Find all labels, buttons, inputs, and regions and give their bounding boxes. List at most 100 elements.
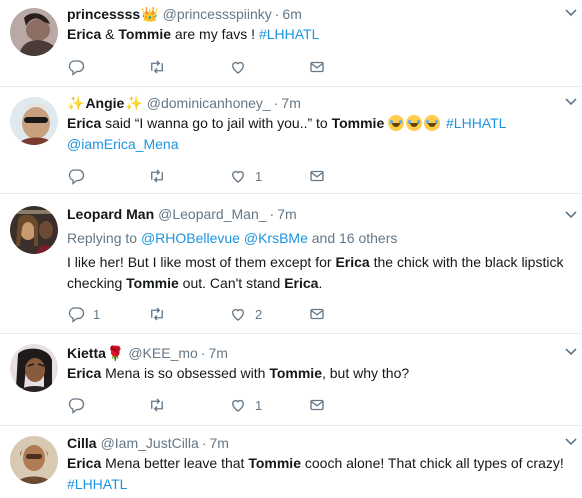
display-name[interactable]: Cilla	[67, 433, 97, 453]
replying-to: Replying to @RHOBellevue @KrsBMe and 16 …	[67, 228, 570, 248]
display-name[interactable]: Kietta	[67, 343, 106, 363]
user-handle[interactable]: @princessspiinky	[163, 4, 272, 24]
tweet-text-segment: checking	[67, 275, 127, 291]
heart-icon	[232, 399, 244, 412]
tweet-actions: 1	[67, 166, 367, 186]
highlighted-keyword: Erica	[67, 26, 102, 42]
reply-button[interactable]	[67, 166, 93, 186]
chevron-down-icon[interactable]	[564, 95, 578, 109]
timestamp[interactable]: 6m	[282, 4, 301, 24]
separator-dot: ·	[274, 6, 280, 22]
tweet-header: princessss 👑 @princessspiinky · 6m	[67, 4, 570, 24]
avatar[interactable]	[10, 206, 58, 254]
tweet-text-segment: , but why tho?	[321, 365, 410, 381]
reply-icon	[68, 398, 85, 414]
highlighted-keyword: Tommie	[331, 115, 385, 131]
reply-button[interactable]	[67, 395, 93, 415]
timestamp[interactable]: 7m	[210, 433, 229, 453]
display-name[interactable]: princessss	[67, 4, 140, 24]
tweet-header: ✨ Angie ✨ @dominicanhoney_ · 7m	[67, 93, 570, 113]
user-handle[interactable]: @Iam_JustCilla	[101, 433, 199, 453]
like-button[interactable]: 1	[229, 395, 262, 415]
tweet-header: Cilla @Iam_JustCilla · 7m	[67, 433, 570, 453]
avatar[interactable]	[10, 8, 58, 56]
reply-count: 1	[93, 306, 101, 322]
hashtag-link[interactable]: #LHHATL	[67, 476, 127, 492]
timestamp[interactable]: 7m	[281, 93, 300, 113]
chevron-down-icon[interactable]	[564, 345, 578, 359]
mention-link[interactable]: @iamErica_Mena	[67, 136, 178, 152]
retweet-button[interactable]	[148, 395, 174, 415]
laughing-emoji-icon	[406, 115, 423, 131]
retweet-button[interactable]	[148, 166, 174, 186]
highlighted-keyword: Tommie	[118, 26, 172, 42]
user-handle[interactable]: @Leopard_Man_	[158, 204, 266, 224]
timestamp[interactable]: 7m	[208, 343, 227, 363]
heart-icon	[232, 170, 244, 183]
tweet-text-segment: Mena is so obsessed with	[101, 365, 270, 381]
chevron-down-icon[interactable]	[564, 6, 578, 20]
hashtag-link[interactable]: #LHHATL	[446, 115, 506, 131]
like-button[interactable]: 1	[229, 166, 262, 186]
tweet-text-segment: I like her! But I like most of them exce…	[67, 254, 336, 270]
tweet[interactable]: Leopard Man @Leopard_Man_ · 7m Replying …	[0, 194, 582, 334]
highlighted-keyword: Erica	[67, 365, 102, 381]
retweet-icon	[151, 307, 163, 321]
avatar[interactable]	[10, 436, 58, 484]
like-button[interactable]: 2	[229, 304, 262, 324]
like-button[interactable]	[229, 57, 255, 77]
separator-dot: ·	[200, 345, 206, 361]
highlighted-keyword: Erica	[67, 455, 102, 471]
highlighted-keyword: Tommie	[126, 275, 179, 291]
hashtag-link[interactable]: #LHHATL	[259, 26, 319, 42]
like-count: 1	[255, 168, 263, 184]
laughing-emoji-icon	[388, 115, 405, 131]
tweet-text-segment: Mena better leave that	[101, 455, 249, 471]
tweet[interactable]: princessss 👑 @princessspiinky · 6m Erica…	[0, 0, 582, 87]
separator-dot: ·	[201, 435, 207, 451]
user-handle[interactable]: @KEE_mo	[128, 343, 197, 363]
direct-message-button[interactable]	[308, 304, 326, 324]
tweet-header: Leopard Man @Leopard_Man_ · 7m	[67, 204, 570, 224]
reply-button[interactable]: 1	[67, 304, 100, 324]
envelope-icon	[310, 170, 324, 182]
separator-dot: ·	[273, 95, 279, 111]
display-name[interactable]: Leopard Man	[67, 204, 154, 224]
chevron-down-icon[interactable]	[564, 435, 578, 449]
direct-message-button[interactable]	[308, 57, 326, 77]
tweet-text: Erica said “I wanna go to jail with you.…	[67, 113, 570, 155]
avatar[interactable]	[10, 97, 58, 145]
retweet-button[interactable]	[148, 57, 174, 77]
retweet-button[interactable]	[148, 304, 174, 324]
heart-icon	[232, 308, 244, 321]
highlighted-keyword: Tommie	[248, 455, 301, 471]
user-handle[interactable]: @dominicanhoney_	[147, 93, 271, 113]
sparkles-emoji: ✨	[67, 95, 85, 111]
direct-message-button[interactable]	[308, 395, 326, 415]
crown-emoji: 👑	[141, 6, 159, 22]
tweet[interactable]: Cilla @Iam_JustCilla · 7m Erica Mena bet…	[0, 426, 582, 498]
reply-icon	[68, 169, 85, 185]
tweet-text-segment: said “I wanna go to jail with you..” to	[101, 115, 332, 131]
chevron-down-icon[interactable]	[564, 208, 578, 222]
sparkles-emoji: ✨	[125, 95, 143, 111]
mention-link[interactable]: @RHOBellevue	[141, 230, 240, 246]
mention-link[interactable]: @KrsBMe	[244, 230, 308, 246]
retweet-icon	[151, 398, 163, 412]
tweet-text-segment: cooch alone! That chick all types of cra…	[300, 455, 564, 471]
reply-button[interactable]	[67, 57, 93, 77]
timestamp[interactable]: 7m	[277, 204, 296, 224]
highlighted-keyword: Tommie	[269, 365, 322, 381]
display-name[interactable]: Angie	[85, 93, 124, 113]
tweet[interactable]: Kietta 🌹 @KEE_mo · 7m Erica Mena is so o…	[0, 334, 582, 426]
reply-icon	[68, 307, 85, 323]
tweet-header: Kietta 🌹 @KEE_mo · 7m	[67, 343, 570, 363]
tweet-feed: princessss 👑 @princessspiinky · 6m Erica…	[0, 0, 582, 498]
tweet-text: Erica Mena better leave that Tommie cooc…	[67, 453, 570, 495]
avatar[interactable]	[10, 344, 58, 392]
highlighted-keyword: Erica	[335, 254, 370, 270]
tweet[interactable]: ✨ Angie ✨ @dominicanhoney_ · 7m Erica sa…	[0, 87, 582, 194]
tweet-text-segment: .	[318, 275, 323, 291]
replying-suffix[interactable]: and 16 others	[308, 230, 398, 246]
direct-message-button[interactable]	[308, 166, 326, 186]
